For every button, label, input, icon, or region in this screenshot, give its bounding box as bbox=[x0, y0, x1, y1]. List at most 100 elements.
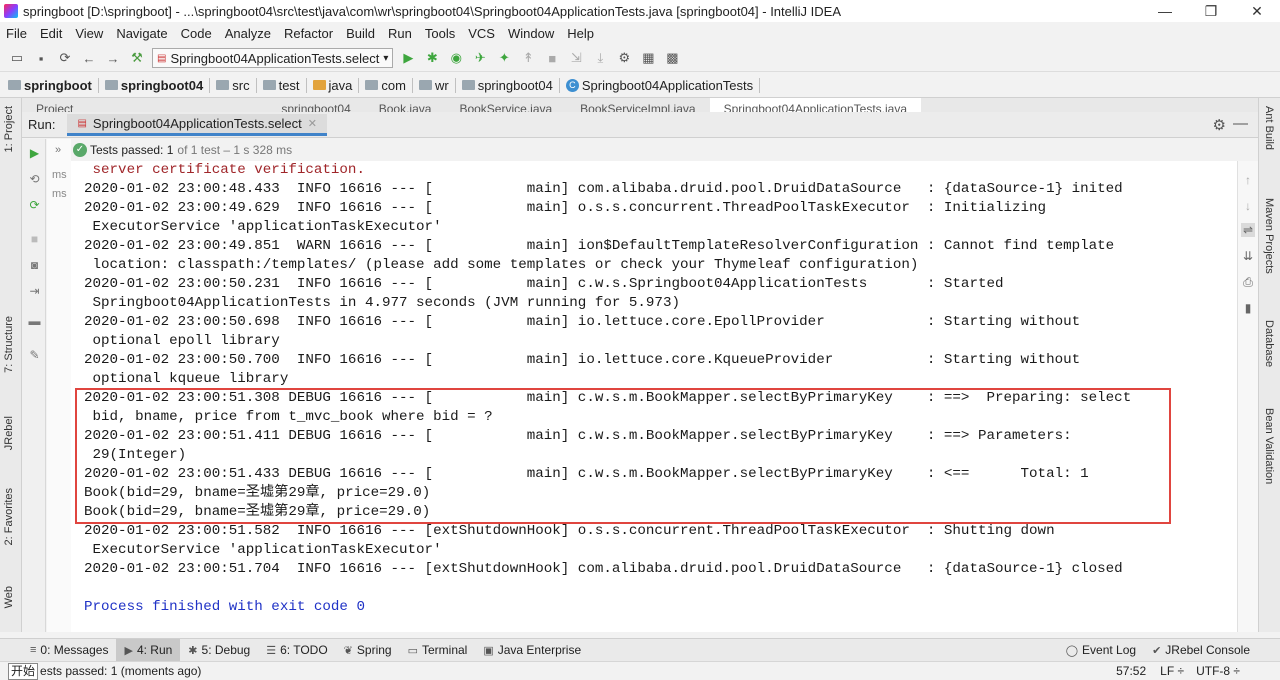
toggle-auto-test-icon[interactable]: ⟳ bbox=[28, 199, 41, 212]
console-line: 2020-01-02 23:00:51.411 DEBUG 16616 --- … bbox=[84, 428, 1072, 444]
menu-tools[interactable]: Tools bbox=[425, 26, 455, 41]
tab-bookserviceimpl[interactable]: BookServiceImpl.java bbox=[566, 98, 709, 112]
debug-icon[interactable]: ✱ bbox=[423, 49, 441, 67]
attach-icon[interactable]: ⇲ bbox=[567, 49, 585, 67]
breadcrumb-item[interactable]: springboot04 bbox=[104, 77, 211, 93]
tab-bookservice[interactable]: BookService.java bbox=[445, 98, 566, 112]
menu-navigate[interactable]: Navigate bbox=[116, 26, 167, 41]
export-icon[interactable]: ⇥ bbox=[28, 285, 41, 298]
menu-bar: File Edit View Navigate Code Analyze Ref… bbox=[0, 22, 1280, 44]
layout-icon[interactable]: ▬ bbox=[28, 315, 41, 328]
save-icon[interactable]: ▪ bbox=[32, 49, 50, 67]
settings-wrench-icon[interactable]: ⚙ bbox=[615, 49, 633, 67]
open-folder-icon[interactable]: ▭ bbox=[8, 49, 26, 67]
menu-code[interactable]: Code bbox=[181, 26, 212, 41]
breadcrumb-item[interactable]: springboot bbox=[8, 77, 99, 93]
menu-edit[interactable]: Edit bbox=[40, 26, 62, 41]
breadcrumb-item[interactable]: java bbox=[312, 77, 360, 93]
tool-window-favorites[interactable]: 2: Favorites bbox=[3, 488, 15, 545]
rerun-failed-icon[interactable]: ⟲ bbox=[28, 173, 41, 186]
tab-project[interactable]: Project bbox=[22, 98, 87, 112]
jrebel-run-icon[interactable]: ✈ bbox=[471, 49, 489, 67]
build-hammer-icon[interactable]: ⚒ bbox=[128, 49, 146, 67]
breadcrumb-item[interactable]: C Springboot04ApplicationTests bbox=[565, 77, 761, 93]
bottom-tab[interactable]: ✱ 5: Debug bbox=[180, 639, 258, 662]
bottom-tab[interactable]: ▣ Java Enterprise bbox=[475, 639, 589, 662]
start-button[interactable]: 开始 bbox=[8, 662, 39, 680]
soft-wrap-icon[interactable]: ⇌ bbox=[1241, 223, 1255, 237]
rerun-icon[interactable]: ▶ bbox=[28, 147, 41, 160]
tab-icon: ✱ bbox=[188, 644, 198, 657]
project-structure-icon[interactable]: ▦ bbox=[639, 49, 657, 67]
tool-window-bean-validation[interactable]: Bean Validation bbox=[1263, 408, 1275, 484]
tool-window-maven-projects[interactable]: Maven Projects bbox=[1263, 198, 1275, 274]
tab-book[interactable]: Book.java bbox=[365, 98, 446, 112]
bottom-tab[interactable]: ❦ Spring bbox=[336, 639, 400, 662]
run-tab[interactable]: ▤ Springboot04ApplicationTests.select ✕ bbox=[67, 113, 327, 136]
bottom-tab-label: Java Enterprise bbox=[497, 643, 582, 657]
coverage-icon[interactable]: ◉ bbox=[447, 49, 465, 67]
jrebel-debug-icon[interactable]: ✦ bbox=[495, 49, 513, 67]
bottom-tab-label: 5: Debug bbox=[201, 643, 251, 657]
close-icon[interactable]: ✕ bbox=[308, 117, 317, 130]
breadcrumb-item[interactable]: springboot04 bbox=[461, 77, 560, 93]
window-title: springboot [D:\springboot] - ...\springb… bbox=[23, 3, 841, 19]
menu-refactor[interactable]: Refactor bbox=[284, 26, 333, 41]
gear-icon[interactable]: ⚙ bbox=[1213, 116, 1226, 134]
tool-window-structure[interactable]: 7: Structure bbox=[3, 316, 15, 373]
run-configuration-select[interactable]: ▤ Springboot04ApplicationTests.select ▾ bbox=[152, 48, 394, 68]
sync-icon[interactable]: ⟳ bbox=[56, 49, 74, 67]
pin-icon[interactable]: ✎ bbox=[28, 349, 41, 362]
breadcrumb-item[interactable]: com bbox=[365, 77, 413, 93]
stop-icon[interactable]: ■ bbox=[28, 233, 41, 246]
bottom-tab[interactable]: ▭ Terminal bbox=[400, 639, 476, 662]
tab-springboot04[interactable]: springboot04 bbox=[267, 98, 364, 112]
bottom-tab[interactable]: ◯ Event Log bbox=[1058, 639, 1144, 662]
menu-file[interactable]: File bbox=[6, 26, 27, 41]
tool-window-database[interactable]: Database bbox=[1263, 320, 1275, 367]
expand-icon[interactable]: » bbox=[55, 144, 61, 156]
menu-build[interactable]: Build bbox=[346, 26, 375, 41]
menu-help[interactable]: Help bbox=[567, 26, 594, 41]
back-arrow-icon[interactable]: ← bbox=[80, 49, 98, 67]
menu-run[interactable]: Run bbox=[388, 26, 412, 41]
breadcrumb-item[interactable]: wr bbox=[418, 77, 456, 93]
update-icon[interactable]: ↟ bbox=[519, 49, 537, 67]
menu-vcs[interactable]: VCS bbox=[468, 26, 495, 41]
up-arrow-icon[interactable]: ↑ bbox=[1241, 173, 1255, 187]
maximize-button[interactable]: ❐ bbox=[1188, 0, 1234, 22]
breadcrumb-item[interactable]: test bbox=[262, 77, 307, 93]
minimize-panel-icon[interactable]: — bbox=[1233, 115, 1248, 132]
tab-springboot04applicationtests[interactable]: Springboot04ApplicationTests.java bbox=[709, 98, 922, 112]
run-icon[interactable]: ▶ bbox=[399, 49, 417, 67]
bottom-tab[interactable]: ☰ 6: TODO bbox=[258, 639, 335, 662]
close-button[interactable]: ✕ bbox=[1234, 0, 1280, 22]
line-separator[interactable]: LF ÷ bbox=[1160, 664, 1184, 678]
print-icon[interactable]: ⎙ bbox=[1241, 275, 1255, 289]
forward-arrow-icon[interactable]: → bbox=[104, 49, 122, 67]
menu-window[interactable]: Window bbox=[508, 26, 554, 41]
console-output[interactable]: server certificate verification. 2020-01-… bbox=[71, 161, 1237, 632]
camera-icon[interactable]: ◙ bbox=[28, 259, 41, 272]
bottom-tab[interactable]: ≡ 0: Messages bbox=[22, 639, 116, 662]
caret-position[interactable]: 57:52 bbox=[1116, 664, 1146, 678]
tool-window-web[interactable]: Web bbox=[3, 586, 15, 608]
tool-window-ant-build[interactable]: Ant Build bbox=[1263, 106, 1275, 150]
sdk-icon[interactable]: ▩ bbox=[663, 49, 681, 67]
bottom-tab[interactable]: ✔ JRebel Console bbox=[1144, 639, 1258, 662]
minimize-button[interactable]: — bbox=[1142, 0, 1188, 22]
scroll-to-end-icon[interactable]: ⇊ bbox=[1241, 249, 1255, 263]
file-encoding[interactable]: UTF-8 ÷ bbox=[1196, 664, 1240, 678]
breadcrumb-item[interactable]: src bbox=[216, 77, 257, 93]
menu-analyze[interactable]: Analyze bbox=[225, 26, 271, 41]
down-arrow-icon[interactable]: ↓ bbox=[1241, 199, 1255, 213]
console-line: 2020-01-02 23:00:51.704 INFO 16616 --- [… bbox=[84, 561, 1123, 577]
tool-window-project[interactable]: 1: Project bbox=[3, 106, 15, 152]
chevron-down-icon: ▾ bbox=[383, 52, 389, 64]
stop-icon[interactable]: ■ bbox=[543, 49, 561, 67]
tool-window-jrebel[interactable]: JRebel bbox=[3, 416, 15, 450]
trash-icon[interactable]: ▮ bbox=[1241, 301, 1255, 315]
menu-view[interactable]: View bbox=[75, 26, 103, 41]
bottom-tab[interactable]: ▶ 4: Run bbox=[116, 638, 181, 662]
download-icon[interactable]: ⤓ bbox=[591, 49, 609, 67]
